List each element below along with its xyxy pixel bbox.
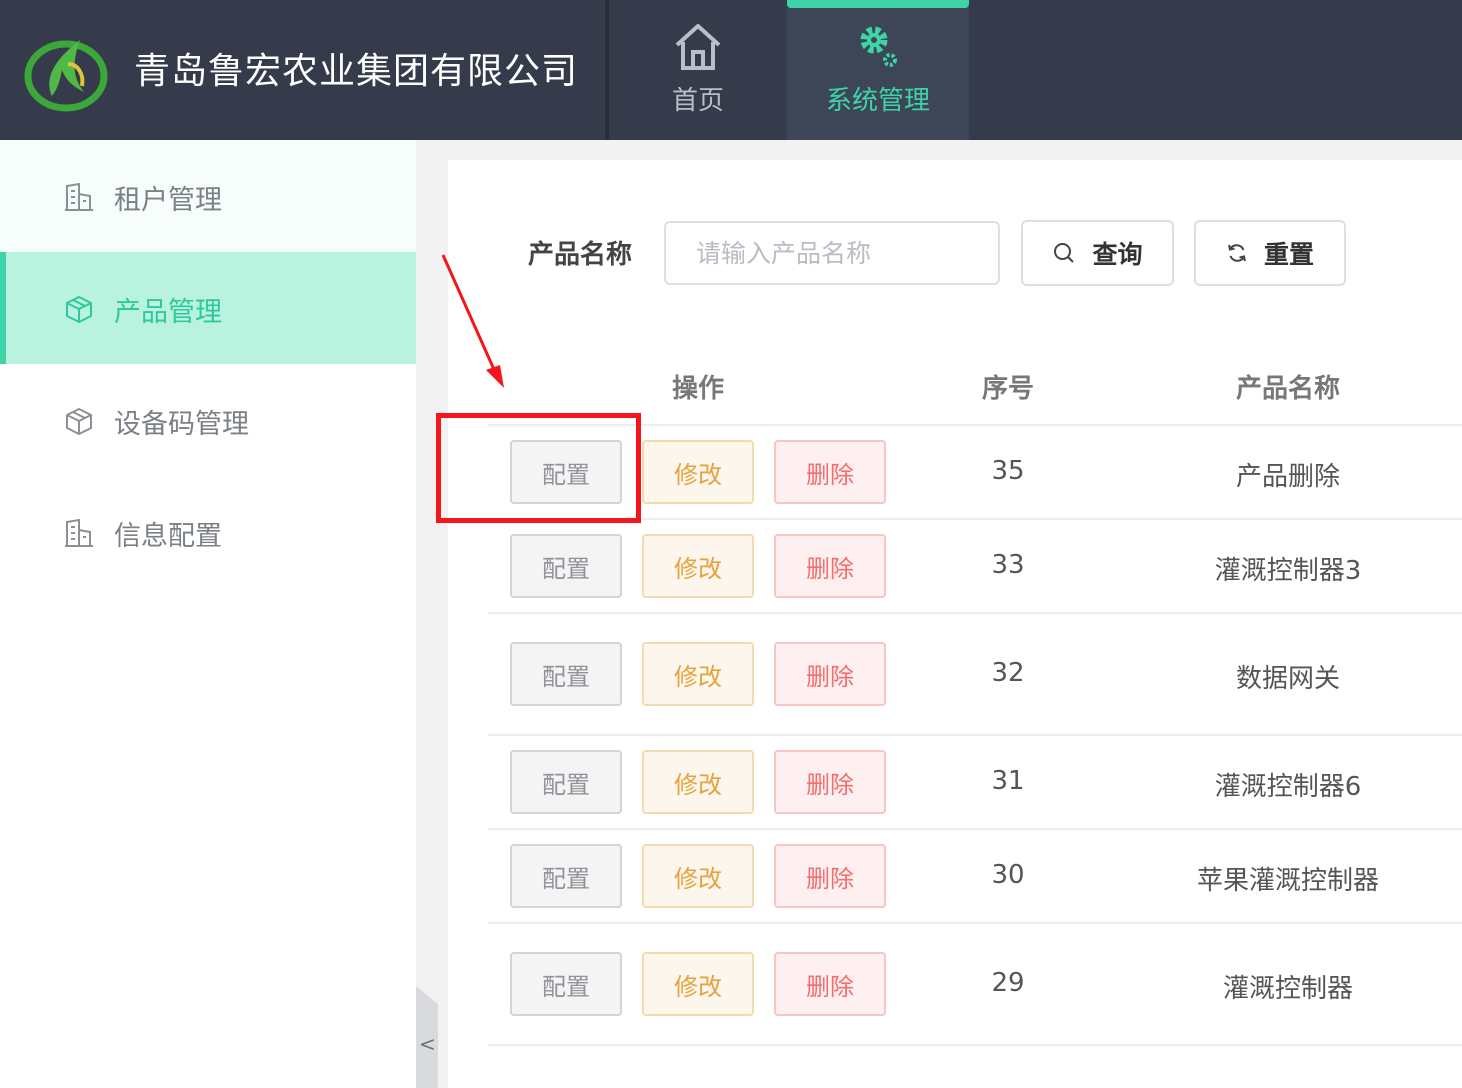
refresh-icon xyxy=(1228,244,1246,262)
delete-button[interactable]: 删除 xyxy=(774,642,886,706)
sidebar-item-label: 设备码管理 xyxy=(114,409,249,440)
config-button[interactable]: 配置 xyxy=(510,952,622,1016)
sidebar-item-label: 租户管理 xyxy=(114,185,222,216)
building-icon xyxy=(65,182,93,211)
row-product-name: 灌溉控制器3 xyxy=(1214,556,1362,586)
collapse-chevron: < xyxy=(419,1032,436,1056)
active-tab-indicator xyxy=(787,0,969,8)
row-number: 33 xyxy=(991,550,1025,580)
delete-button[interactable]: 删除 xyxy=(774,952,886,1016)
row-divider xyxy=(488,828,1462,830)
annotation-arrow xyxy=(441,254,504,388)
search-label: 产品名称 xyxy=(528,240,633,270)
column-header-number: 序号 xyxy=(981,374,1034,404)
config-button[interactable]: 配置 xyxy=(510,844,622,908)
row-product-name: 数据网关 xyxy=(1235,664,1340,694)
company-logo xyxy=(24,40,108,112)
query-button[interactable]: 查询 xyxy=(1021,220,1174,286)
sidebar-item-info-config[interactable]: 信息配置 xyxy=(0,476,416,588)
sidebar-item-tenant[interactable]: 租户管理 xyxy=(0,140,416,252)
reset-button-label: 重置 xyxy=(1263,240,1314,269)
edit-button[interactable]: 修改 xyxy=(642,750,754,814)
row-divider xyxy=(488,734,1462,736)
home-icon xyxy=(675,24,721,70)
nav-home-label: 首页 xyxy=(671,86,724,116)
sidebar-item-label: 信息配置 xyxy=(114,521,222,552)
row-product-name: 苹果灌溉控制器 xyxy=(1196,866,1379,896)
sidebar-collapse-toggle[interactable]: < xyxy=(416,986,438,1088)
sidebar-item-label: 产品管理 xyxy=(114,297,222,328)
sidebar: 租户管理 产品管理 设备码管理 信息配置 xyxy=(0,140,416,1088)
row-product-name: 灌溉控制器6 xyxy=(1214,772,1362,802)
nav-home[interactable]: 首页 xyxy=(610,0,786,140)
header-divider xyxy=(605,0,609,140)
edit-button[interactable]: 修改 xyxy=(642,534,754,598)
nav-system-label: 系统管理 xyxy=(825,86,930,116)
query-button-label: 查询 xyxy=(1092,240,1143,269)
delete-button[interactable]: 删除 xyxy=(774,844,886,908)
column-header-product-name: 产品名称 xyxy=(1235,374,1340,404)
top-header: 青岛鲁宏农业集团有限公司 首页 系统管理 xyxy=(0,0,1462,140)
search-icon xyxy=(1054,243,1075,263)
edit-button[interactable]: 修改 xyxy=(642,642,754,706)
row-divider xyxy=(488,922,1462,924)
row-product-name: 灌溉控制器 xyxy=(1222,974,1353,1004)
content-panel xyxy=(448,160,1462,1088)
row-number: 31 xyxy=(991,766,1025,796)
delete-button[interactable]: 删除 xyxy=(774,750,886,814)
row-divider xyxy=(488,612,1462,614)
row-number: 30 xyxy=(991,860,1025,890)
sidebar-item-product[interactable]: 产品管理 xyxy=(0,252,416,364)
product-name-input[interactable] xyxy=(664,221,1000,285)
edit-button[interactable]: 修改 xyxy=(642,440,754,504)
delete-button[interactable]: 删除 xyxy=(774,534,886,598)
config-button[interactable]: 配置 xyxy=(510,534,622,598)
nav-system-management[interactable]: 系统管理 xyxy=(787,0,969,140)
edit-button[interactable]: 修改 xyxy=(642,844,754,908)
row-divider xyxy=(488,1044,1462,1046)
edit-button[interactable]: 修改 xyxy=(642,952,754,1016)
config-button[interactable]: 配置 xyxy=(510,642,622,706)
delete-button[interactable]: 删除 xyxy=(774,440,886,504)
cube-icon xyxy=(66,296,92,323)
reset-button[interactable]: 重置 xyxy=(1194,220,1346,286)
row-number: 29 xyxy=(991,968,1025,998)
company-name: 青岛鲁宏农业集团有限公司 xyxy=(134,51,579,92)
row-number: 35 xyxy=(991,456,1025,486)
gear-icon xyxy=(860,26,897,67)
sidebar-item-device-code[interactable]: 设备码管理 xyxy=(0,364,416,476)
building-icon xyxy=(65,518,93,547)
row-product-name: 产品删除 xyxy=(1235,462,1340,492)
active-indicator xyxy=(0,252,6,364)
row-number: 32 xyxy=(991,658,1025,688)
highlight-box xyxy=(436,413,641,523)
column-header-operation: 操作 xyxy=(671,374,724,404)
config-button[interactable]: 配置 xyxy=(510,750,622,814)
cube-icon xyxy=(66,408,92,435)
